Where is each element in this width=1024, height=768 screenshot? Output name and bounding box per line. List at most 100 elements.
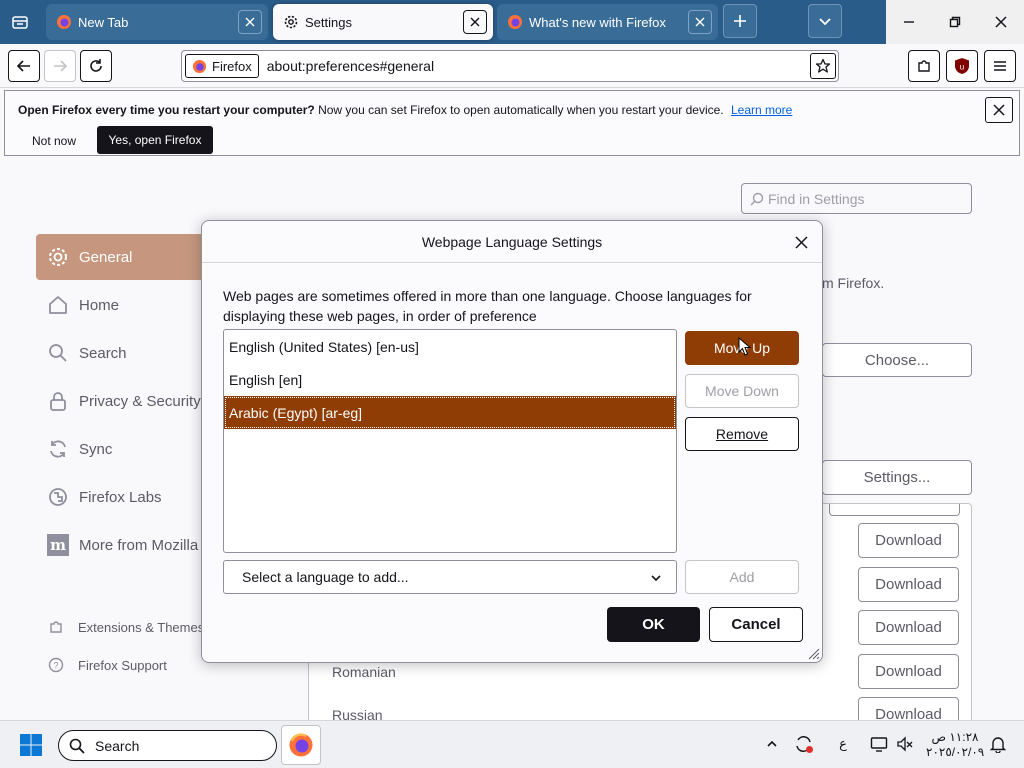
windows-logo-icon	[20, 734, 42, 756]
notification-text: Now you can set Firefox to open automati…	[318, 103, 724, 117]
category-label: Search	[79, 344, 127, 362]
download-button[interactable]: Download	[858, 610, 959, 645]
close-tab-button[interactable]	[688, 10, 712, 34]
remove-button[interactable]: Remove	[685, 417, 799, 451]
download-button[interactable]: Download	[858, 697, 959, 720]
close-tab-button[interactable]	[463, 10, 487, 34]
back-button[interactable]	[8, 50, 40, 82]
choose-button[interactable]: Choose...	[822, 343, 972, 377]
language-item-selected[interactable]: Arabic (Egypt) [ar-eg]	[224, 396, 676, 429]
move-down-button[interactable]: Move Down	[685, 374, 799, 408]
tab-settings[interactable]: Settings	[273, 4, 493, 40]
tab-whats-new[interactable]: What's new with Firefox	[497, 4, 718, 40]
identity-label: Firefox	[212, 58, 252, 74]
download-button[interactable]: Download	[858, 523, 959, 558]
update-tray-button[interactable]	[793, 733, 815, 755]
search-icon	[69, 738, 85, 754]
identity-box[interactable]: Firefox	[185, 54, 259, 78]
list-all-tabs-button[interactable]	[808, 4, 842, 38]
input-language-indicator[interactable]: ع	[832, 733, 854, 755]
search-icon	[46, 341, 70, 365]
bookmark-star-button[interactable]	[810, 53, 836, 79]
language-item[interactable]: English [en]	[224, 363, 676, 396]
find-in-settings-placeholder: Find in Settings	[768, 190, 865, 207]
download-button[interactable]: Download	[858, 654, 959, 689]
dictionary-language: Russian	[332, 707, 383, 720]
add-language-select-label: Select a language to add...	[242, 569, 409, 585]
taskbar-search-box[interactable]: Search	[58, 730, 277, 761]
url-text[interactable]: about:preferences#general	[267, 58, 434, 74]
close-icon	[245, 17, 255, 27]
close-icon	[995, 16, 1007, 28]
svg-text:u: u	[960, 63, 964, 72]
category-sync[interactable]: Sync	[36, 426, 206, 472]
volume-tray-button[interactable]	[894, 733, 916, 755]
category-firefox-labs[interactable]: Firefox Labs	[36, 474, 206, 520]
help-icon: ?	[46, 655, 66, 675]
resize-grip-icon	[808, 648, 820, 660]
notifications-button[interactable]	[987, 733, 1009, 755]
notification-close-button[interactable]	[985, 97, 1013, 123]
category-privacy[interactable]: Privacy & Security	[36, 378, 206, 424]
start-button[interactable]	[14, 729, 48, 761]
cancel-button[interactable]: Cancel	[709, 607, 803, 642]
tab-overview-button[interactable]	[4, 6, 36, 38]
move-up-button[interactable]: Move Up	[685, 331, 799, 365]
address-bar[interactable]: Firefox about:preferences#general	[181, 50, 839, 82]
close-window-button[interactable]	[978, 0, 1024, 44]
category-search[interactable]: Search	[36, 330, 206, 376]
webpage-language-dialog: Webpage Language Settings Web pages are …	[201, 220, 823, 663]
taskbar-firefox-button[interactable]	[281, 725, 321, 765]
category-general[interactable]: General	[36, 234, 206, 280]
network-tray-button[interactable]	[868, 733, 890, 755]
category-home[interactable]: Home	[36, 282, 206, 328]
app-menu-button[interactable]	[984, 50, 1016, 82]
notification-bold-text: Open Firefox every time you restart your…	[18, 103, 315, 117]
add-language-select[interactable]: Select a language to add...	[223, 560, 677, 594]
close-icon	[993, 104, 1005, 116]
ublock-origin-button[interactable]: u	[946, 50, 978, 82]
extensions-button[interactable]	[908, 50, 940, 82]
category-label: Firefox Labs	[79, 488, 162, 506]
hamburger-menu-icon	[994, 61, 1006, 71]
minimize-button[interactable]	[886, 0, 932, 44]
add-button[interactable]: Add	[685, 560, 799, 594]
restore-icon	[949, 16, 961, 28]
language-item[interactable]: English (United States) [en-us]	[224, 330, 676, 363]
close-tab-button[interactable]	[238, 10, 262, 34]
restore-button[interactable]	[932, 0, 978, 44]
tab-title: What's new with Firefox	[529, 14, 666, 30]
category-more-from-mozilla[interactable]: m More from Mozilla	[36, 522, 206, 568]
dialog-description: Web pages are sometimes offered in more …	[223, 288, 752, 324]
find-in-settings-input[interactable]: Find in Settings	[741, 183, 972, 214]
language-list[interactable]: English (United States) [en-us] English …	[223, 329, 677, 553]
new-tab-button[interactable]	[723, 4, 757, 38]
category-label: Sync	[79, 440, 113, 458]
dialog-resizer[interactable]	[808, 648, 820, 660]
puzzle-icon	[918, 60, 930, 72]
category-label: Privacy & Security	[79, 392, 201, 410]
sync-alert-icon	[796, 736, 813, 753]
chevron-down-icon	[651, 575, 661, 582]
yes-open-firefox-button[interactable]: Yes, open Firefox	[97, 126, 213, 154]
ok-button[interactable]: OK	[607, 607, 700, 642]
firefox-icon	[192, 59, 207, 73]
svg-text:m: m	[50, 536, 66, 554]
sync-icon	[46, 437, 70, 461]
chevron-up-icon	[767, 740, 777, 747]
firefox-support-link[interactable]: ? Firefox Support	[46, 655, 167, 675]
dialog-close-button[interactable]	[790, 231, 812, 253]
learn-more-link[interactable]: Learn more	[731, 103, 792, 117]
show-hidden-icons-button[interactable]	[761, 733, 783, 755]
gear-icon	[284, 15, 298, 29]
reload-button[interactable]	[80, 50, 112, 82]
lock-icon	[46, 389, 70, 413]
download-button[interactable]: Download	[858, 567, 959, 602]
extensions-themes-link[interactable]: Extensions & Themes	[46, 617, 204, 637]
not-now-button[interactable]: Not now	[18, 127, 90, 154]
settings-button[interactable]: Settings...	[822, 460, 972, 495]
speaker-muted-icon	[897, 736, 913, 752]
tab-new-tab[interactable]: New Tab	[46, 4, 268, 40]
taskbar-clock[interactable]: ١١:٢٨ ص ٢٠٢٥/٠٢/٠٩	[926, 730, 984, 760]
forward-button[interactable]	[44, 50, 76, 82]
